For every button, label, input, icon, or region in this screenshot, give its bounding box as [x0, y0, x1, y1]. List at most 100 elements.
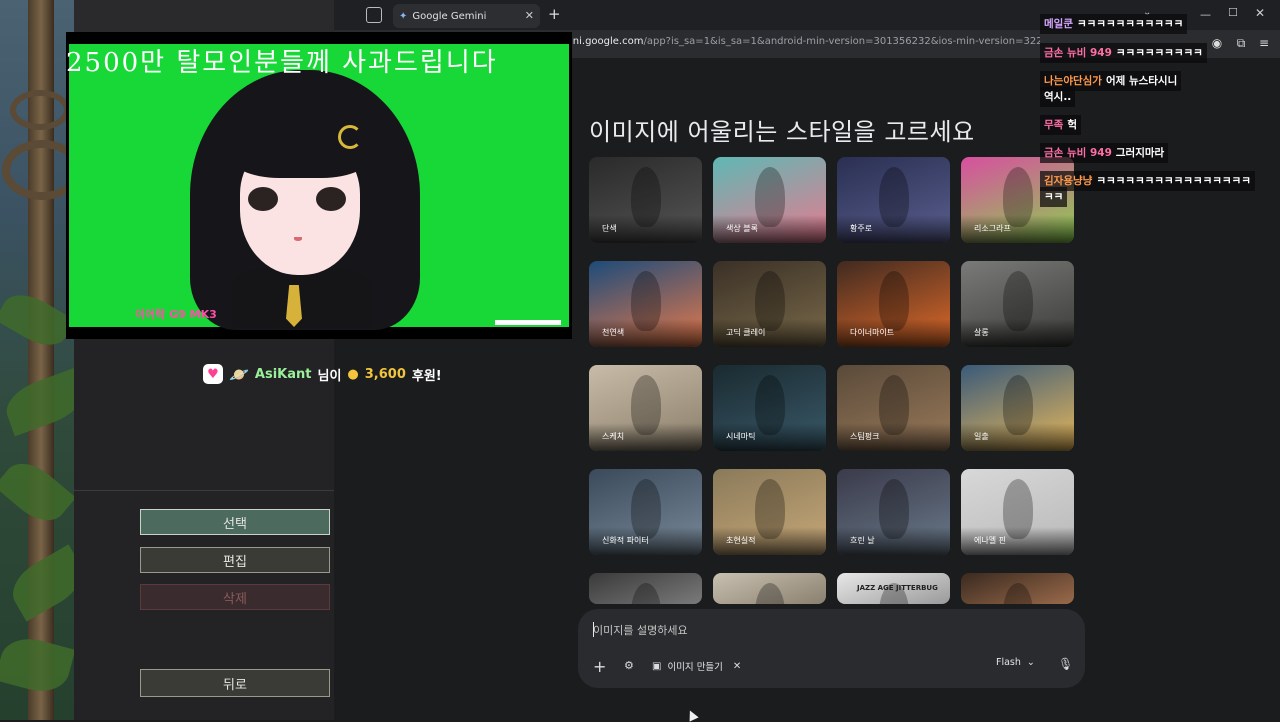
- chat-username: 무족: [1044, 119, 1064, 131]
- style-card-label: 시네마틱: [726, 432, 756, 441]
- style-card[interactable]: 다이너마이트: [837, 261, 950, 347]
- style-card-label: 황주로: [850, 224, 873, 233]
- style-card-label: 단색: [602, 224, 617, 233]
- chat-username: 메일쿤: [1044, 18, 1073, 30]
- avatar-body: [232, 268, 372, 328]
- style-card[interactable]: [713, 573, 826, 604]
- create-image-chip[interactable]: ▣ 이미지 만들기 ✕: [652, 655, 741, 677]
- style-card[interactable]: 일출: [961, 365, 1074, 451]
- chat-text: ㅋㅋㅋㅋㅋㅋㅋㅋㅋㅋㅋㅋㅋㅋㅋㅋ: [1096, 175, 1251, 187]
- tools-icon[interactable]: ⚙: [624, 659, 634, 672]
- style-card[interactable]: 스케치: [589, 365, 702, 451]
- avatar-eye: [248, 187, 278, 211]
- add-attachment-button[interactable]: +: [593, 657, 606, 676]
- moon-hairpin-icon: [338, 125, 362, 149]
- style-card-label: 일출: [974, 432, 989, 441]
- url-host: ini.google.com: [570, 36, 644, 47]
- style-card[interactable]: JAZZ AGE JITTERBUG: [837, 573, 950, 604]
- cam-progress-bar: [495, 320, 561, 325]
- select-button[interactable]: 선택: [140, 509, 330, 535]
- model-label: Flash: [996, 657, 1021, 668]
- donation-alert: ♥ 🪐 AsiKant 님이 ● 3,600 후원!: [203, 364, 442, 384]
- style-card[interactable]: 단색: [589, 157, 702, 243]
- style-card[interactable]: 에나멜 핀: [961, 469, 1074, 555]
- prompt-input[interactable]: [593, 621, 973, 639]
- image-icon: ▣: [652, 660, 662, 672]
- avatar-eye: [316, 187, 346, 211]
- model-selector[interactable]: Flash ⌄: [996, 657, 1035, 668]
- tab-title: Google Gemini: [412, 10, 487, 22]
- style-card-label: 흐린 날: [850, 536, 875, 545]
- window-close-icon[interactable]: ✕: [1255, 6, 1265, 20]
- style-preview-figure: [631, 583, 661, 604]
- style-preview-figure: [1003, 583, 1033, 604]
- new-tab-button[interactable]: +: [548, 5, 561, 23]
- style-card[interactable]: [589, 573, 702, 604]
- chat-message: 김자용냥냥 ㅋㅋㅋㅋㅋㅋㅋㅋㅋㅋㅋㅋㅋㅋㅋㅋ: [1040, 171, 1255, 191]
- style-card[interactable]: 초현실적: [713, 469, 826, 555]
- tab-gemini[interactable]: ✦ Google Gemini ✕: [393, 4, 540, 28]
- chat-text: 역시..: [1044, 91, 1072, 103]
- avatar-mouth: [294, 237, 302, 241]
- chat-text: 그러지마라: [1115, 147, 1165, 159]
- style-card[interactable]: 시네마틱: [713, 365, 826, 451]
- style-preview-figure: [755, 583, 785, 604]
- tab-close-icon[interactable]: ✕: [525, 9, 534, 22]
- tab-actions-icon[interactable]: [366, 7, 382, 23]
- planet-icon: 🪐: [229, 364, 249, 384]
- microphone-icon[interactable]: 🎙: [1058, 657, 1073, 671]
- menu-icon[interactable]: ≡: [1257, 36, 1271, 50]
- edit-button[interactable]: 편집: [140, 547, 330, 573]
- url-path: /app?is_sa=1&is_sa=1&android-min-version…: [643, 36, 1040, 47]
- style-card-label: 초현실적: [726, 536, 756, 545]
- style-card[interactable]: 살롱: [961, 261, 1074, 347]
- chip-close-icon[interactable]: ✕: [733, 661, 741, 672]
- chat-username: 김자용냥냥: [1044, 175, 1093, 187]
- url-text[interactable]: ini.google.com/app?is_sa=1&is_sa=1&andro…: [570, 36, 1040, 47]
- style-card-label: 살롱: [974, 328, 989, 337]
- style-card-label: 에나멜 핀: [974, 536, 1006, 545]
- donation-amount: 3,600: [364, 366, 406, 382]
- donation-suffix: 님이: [317, 368, 342, 384]
- window-minimize-icon[interactable]: —: [1200, 8, 1211, 21]
- chat-message: 역시..: [1040, 87, 1076, 107]
- extensions-icon[interactable]: ⧉: [1234, 36, 1248, 50]
- style-card[interactable]: 색상 블록: [713, 157, 826, 243]
- donation-tail: 후원!: [411, 368, 442, 384]
- style-card-label: 스케치: [602, 432, 625, 441]
- style-card[interactable]: 흐린 날: [837, 469, 950, 555]
- style-card-label: JAZZ AGE JITTERBUG: [857, 584, 938, 592]
- style-card[interactable]: 천연색: [589, 261, 702, 347]
- chat-text: 헉: [1067, 119, 1077, 131]
- style-card[interactable]: 황주로: [837, 157, 950, 243]
- mast-ring: [10, 90, 70, 130]
- text-caret: [593, 622, 594, 637]
- chat-message: ㅋㅋ: [1040, 187, 1068, 207]
- style-card-label: 스팀펑크: [850, 432, 880, 441]
- coin-icon: ●: [347, 366, 359, 382]
- chat-text: 어제 뉴스타시니: [1105, 75, 1178, 87]
- create-image-label: 이미지 만들기: [667, 662, 723, 673]
- stream-title: 2500만 탈모인분들께 사과드립니다: [66, 48, 498, 78]
- chat-message: 메일쿤 ㅋㅋㅋㅋㅋㅋㅋㅋㅋㅋㅋ: [1040, 14, 1188, 34]
- style-card-label: 리소그라프: [974, 224, 1011, 233]
- delete-button[interactable]: 삭제: [140, 584, 330, 610]
- window-maximize-icon[interactable]: ☐: [1228, 6, 1238, 19]
- avatar-tag: 이어락 G9 MK3: [135, 308, 217, 321]
- chat-message: 무족 헉: [1040, 115, 1081, 135]
- style-card[interactable]: 스팀펑크: [837, 365, 950, 451]
- style-card-label: 천연색: [602, 328, 625, 337]
- chat-text: ㅋㅋㅋㅋㅋㅋㅋㅋㅋㅋㅋ: [1076, 18, 1184, 30]
- donor-name: AsiKant: [254, 366, 312, 382]
- style-card[interactable]: 신화적 파이터: [589, 469, 702, 555]
- heart-icon: ♥: [203, 364, 223, 384]
- chat-message: 금손 뉴비 949 ㅋㅋㅋㅋㅋㅋㅋㅋㅋ: [1040, 43, 1207, 63]
- style-card[interactable]: 고딕 클레이: [713, 261, 826, 347]
- style-card-label: 신화적 파이터: [602, 536, 649, 545]
- chevron-down-icon: ⌄: [1026, 657, 1035, 668]
- back-button[interactable]: 뒤로: [140, 669, 330, 697]
- page-title: 이미지에 어울리는 스타일을 고르세요: [589, 118, 975, 146]
- profile-icon[interactable]: ◉: [1210, 36, 1224, 50]
- style-card[interactable]: [961, 573, 1074, 604]
- style-card-label: 고딕 클레이: [726, 328, 766, 337]
